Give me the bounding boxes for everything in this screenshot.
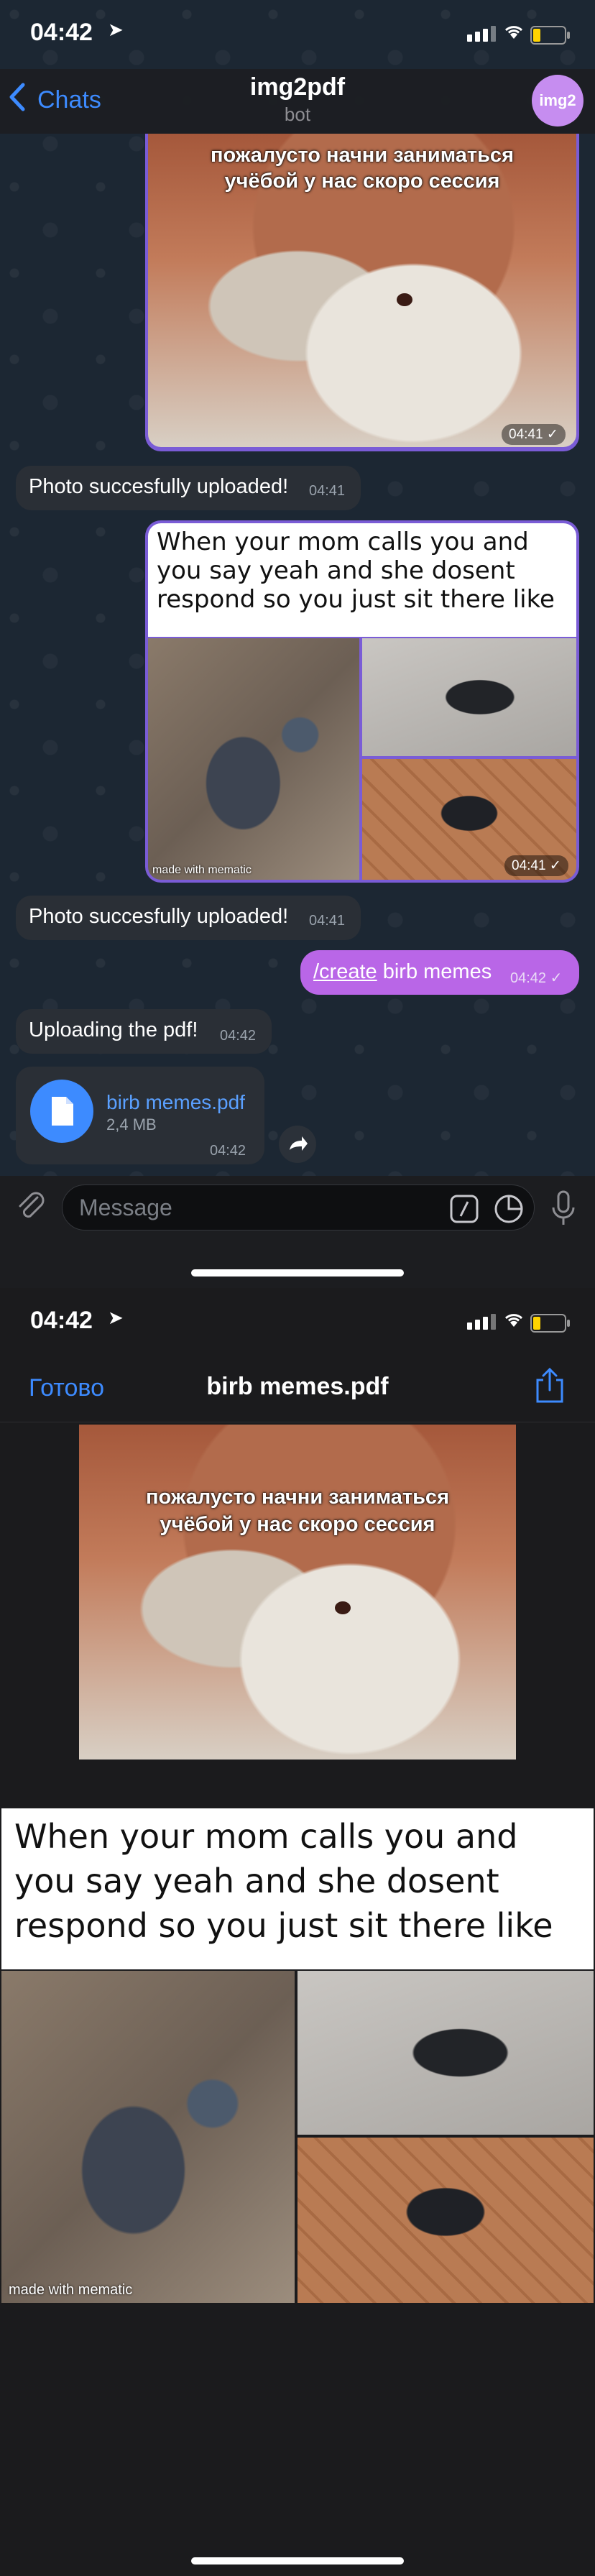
meme-text: When your mom calls you and you say yeah… [157, 528, 555, 614]
meme-photo-top-right[interactable] [362, 638, 576, 756]
pdf-page-1-caption: пожалусто начни заниматься учёбой у нас … [145, 1486, 449, 1536]
share-icon[interactable] [533, 1367, 566, 1404]
forward-button[interactable] [279, 1126, 316, 1163]
status-time: 04:42 [30, 19, 93, 46]
time-text: 04:42 [510, 970, 547, 986]
pdf-page-1[interactable]: пожалусто начни заниматься учёбой у нас … [79, 1425, 516, 1760]
bot-avatar[interactable]: img2 [532, 75, 584, 126]
battery-icon [530, 1314, 570, 1333]
pdf-title: birb memes.pdf [206, 1373, 389, 1400]
microphone-icon[interactable] [550, 1189, 576, 1231]
status-time: 04:42 [30, 1307, 93, 1334]
chat-subtitle: bot [284, 104, 311, 125]
meme-photo-left[interactable]: made with mematic [148, 638, 359, 880]
pdf-page-2-photo-bottom-right[interactable] [298, 2138, 594, 2303]
forward-icon [290, 1136, 308, 1151]
file-icon[interactable] [30, 1080, 93, 1143]
pdf-watermark: made with mematic [9, 2282, 133, 2298]
meme-watermark: made with mematic [152, 864, 252, 876]
message-time: 04:41 [309, 913, 346, 929]
pdf-page-2-photo-top-right[interactable] [298, 1971, 594, 2135]
pdf-page-2-photo-left[interactable]: made with mematic [1, 1971, 295, 2303]
message-time: 04:41 ✓ [502, 424, 566, 445]
read-check-icon: ✓ [549, 858, 561, 873]
time-text: 04:41 [512, 858, 546, 873]
signal-icon [467, 26, 499, 42]
location-icon: ➤ [108, 19, 124, 40]
message-placeholder: Message [79, 1195, 172, 1220]
message-time: 04:41 ✓ [504, 855, 568, 876]
wifi-icon [503, 22, 525, 46]
pdf-viewer-screen: 04:42 ➤ Готово birb memes.pdf пожалусто … [0, 1288, 595, 2576]
file-name[interactable]: birb memes.pdf [106, 1091, 245, 1114]
wifi-icon [503, 1310, 525, 1334]
chat-screen: 04:42 ➤ Chats img2pdf bot img2 пожалусто… [0, 0, 595, 1288]
meme-text-panel: When your mom calls you and you say yeah… [148, 523, 576, 637]
message-time: 04:42 ✓ [510, 969, 562, 987]
home-indicator[interactable] [191, 1269, 404, 1276]
read-check-icon: ✓ [546, 427, 558, 442]
location-icon: ➤ [108, 1307, 124, 1328]
message-time: 04:41 [309, 483, 346, 499]
time-text: 04:41 [509, 427, 543, 442]
message-text: Uploading the pdf! [29, 1018, 198, 1041]
battery-icon [530, 26, 570, 45]
chat-title[interactable]: img2pdf [0, 73, 595, 101]
photo-caption: пожалусто начни заниматься учёбой у нас … [210, 144, 514, 193]
pdf-page-2-text-panel: When your mom calls you and you say yeah… [1, 1808, 594, 1969]
home-indicator[interactable] [191, 2557, 404, 2564]
attach-icon[interactable] [16, 1190, 47, 1227]
message-text: /create birb memes [313, 960, 492, 984]
file-size: 2,4 MB [106, 1116, 157, 1133]
photo-image[interactable]: пожалусто начни заниматься учёбой у нас … [148, 134, 576, 447]
message-text: Photo succesfully uploaded! [29, 905, 289, 928]
signal-icon [467, 1314, 499, 1330]
command-link[interactable]: /create [313, 960, 377, 983]
command-args: birb memes [377, 960, 492, 983]
sticker-icon[interactable] [493, 1193, 525, 1228]
message-text: Photo succesfully uploaded! [29, 475, 289, 498]
read-check-icon: ✓ [550, 970, 563, 986]
pdf-page-2-text: When your mom calls you and you say yeah… [14, 1817, 553, 1945]
bot-command-icon[interactable] [450, 1195, 479, 1227]
message-time: 04:42 [220, 1028, 257, 1044]
message-time: 04:42 [210, 1143, 246, 1159]
